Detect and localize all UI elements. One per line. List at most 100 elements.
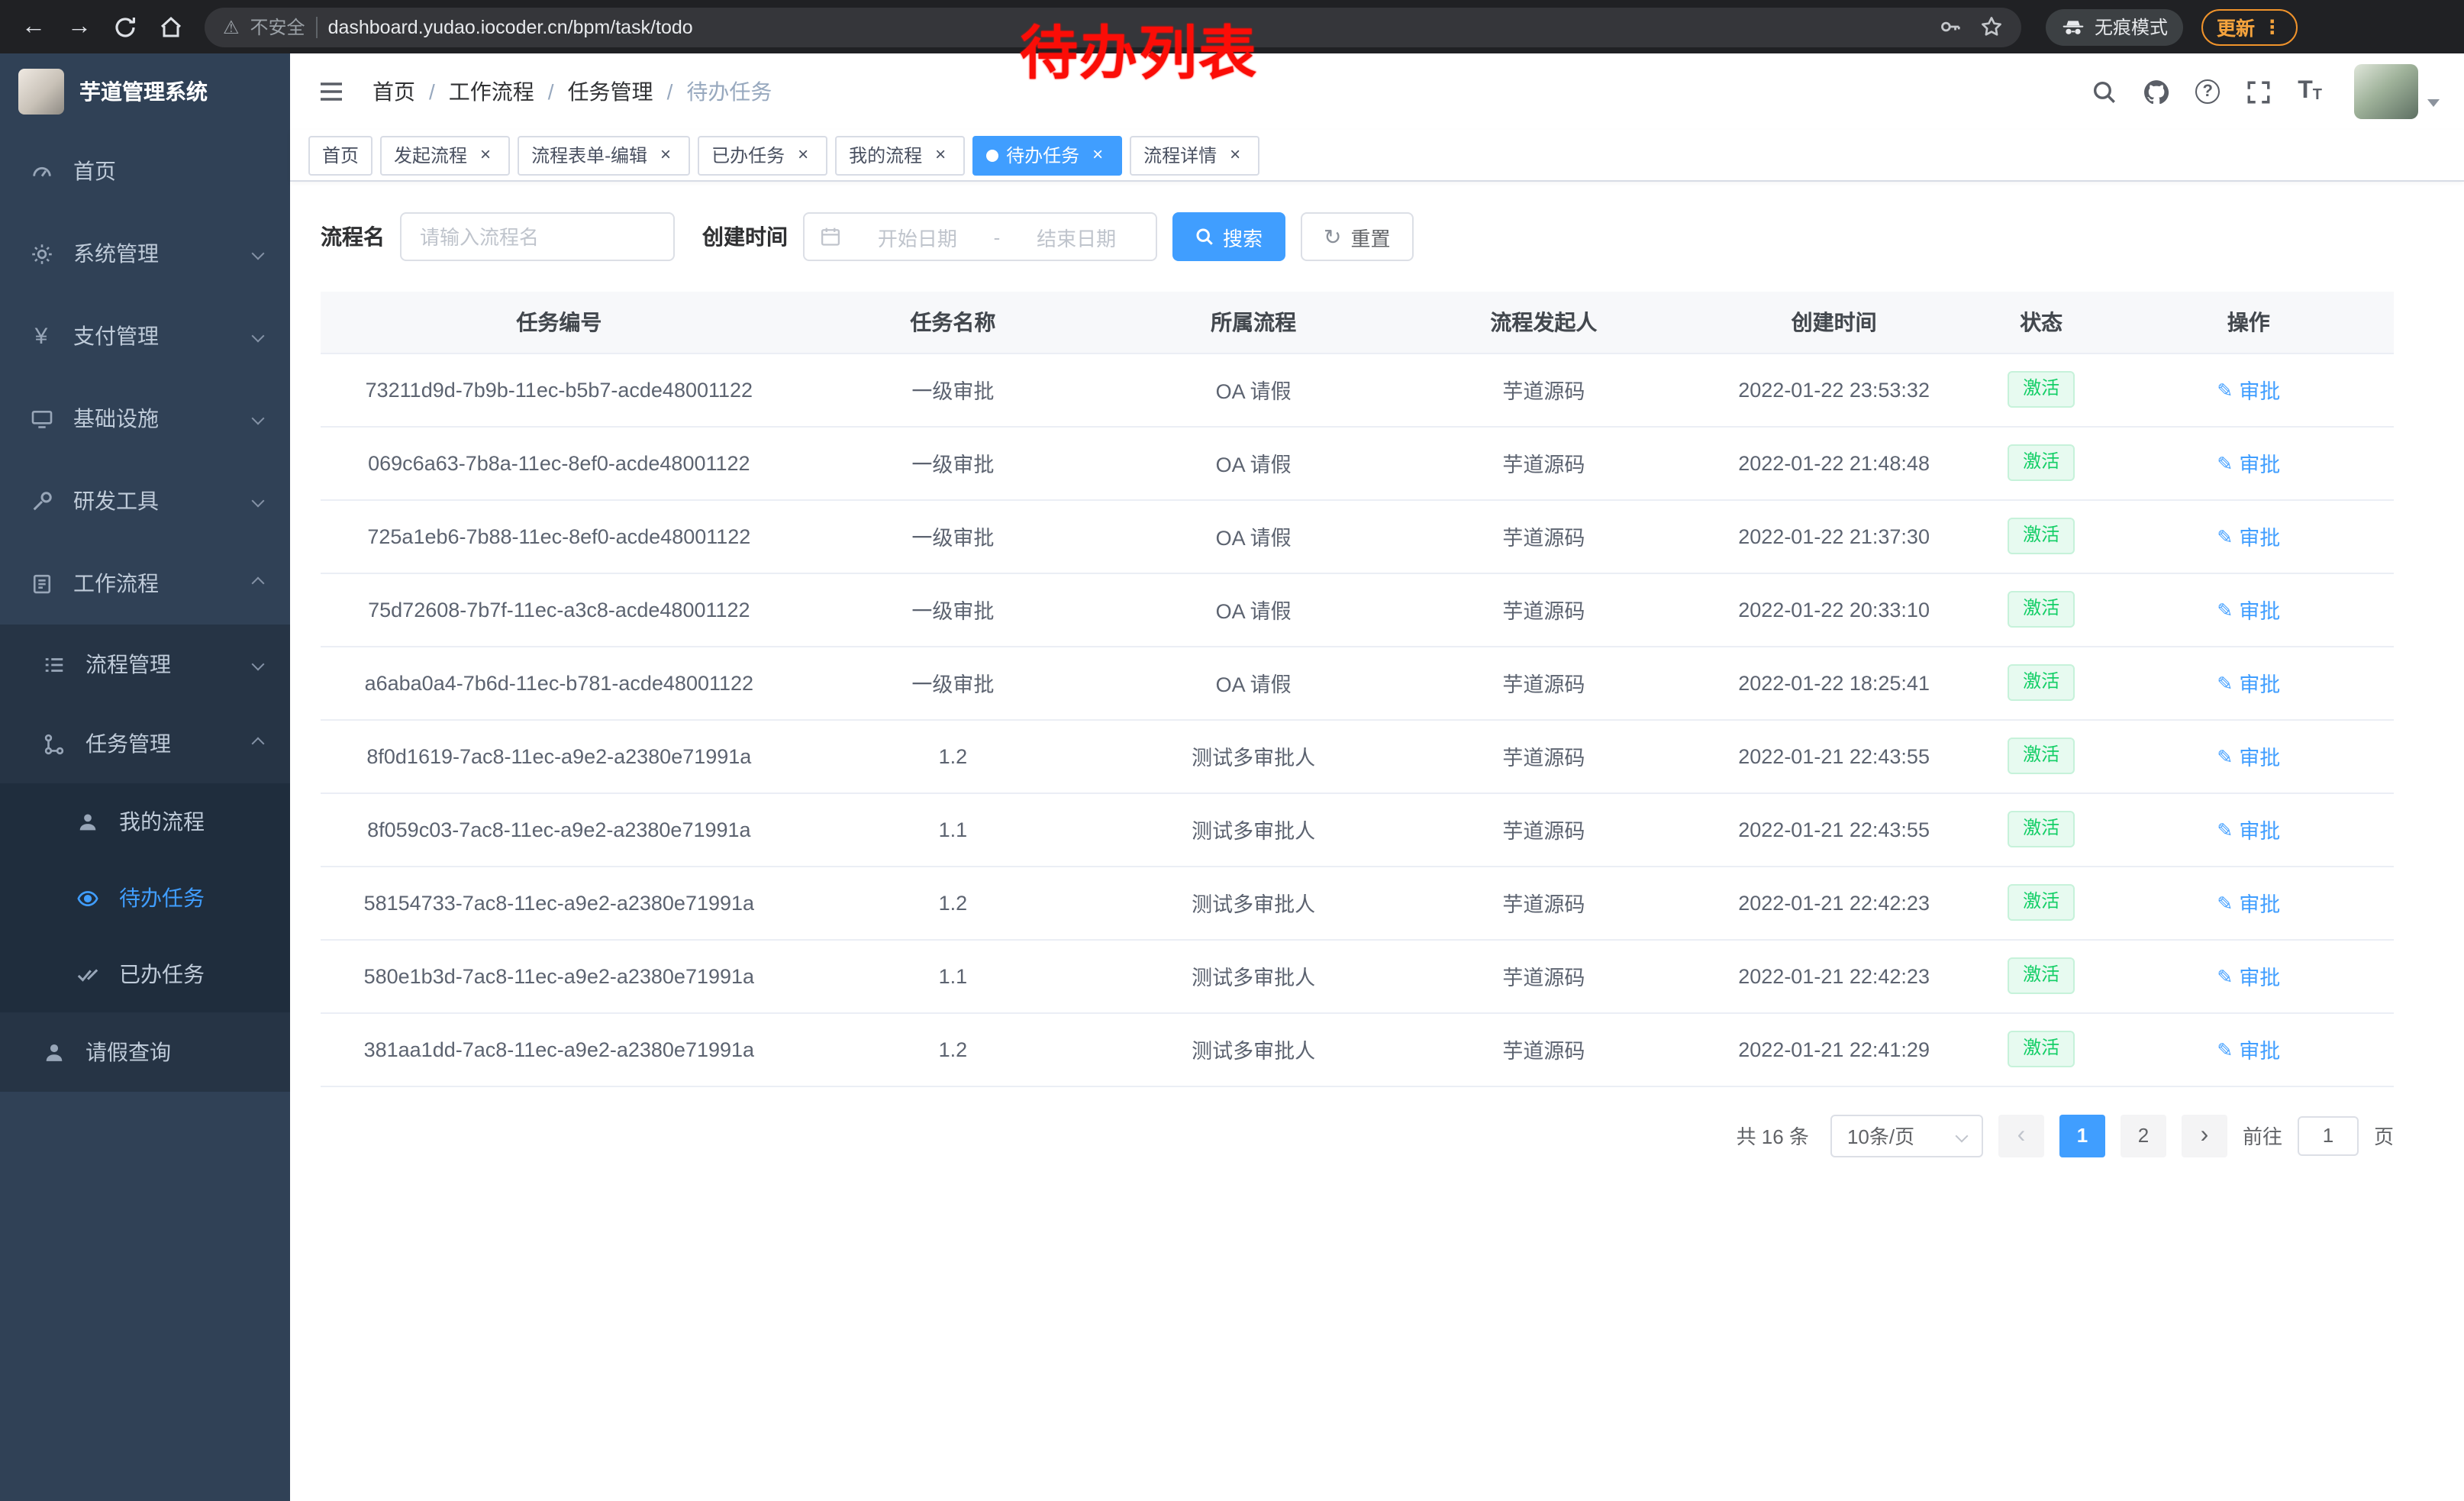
approve-link[interactable]: ✎审批 [2217, 814, 2280, 844]
col-task-id: 任务编号 [321, 292, 798, 353]
breadcrumb-home[interactable]: 首页 [373, 76, 415, 107]
sidebar-item-done-tasks[interactable]: 已办任务 [0, 936, 290, 1012]
back-icon[interactable]: ← [12, 5, 55, 48]
home-glyph [159, 15, 183, 39]
browser-update-button[interactable]: 更新 ⋮ [2201, 8, 2297, 45]
approve-link[interactable]: ✎审批 [2217, 887, 2280, 918]
table-row: 069c6a63-7b8a-11ec-8ef0-acde48001122一级审批… [321, 426, 2394, 499]
search-icon[interactable] [2091, 79, 2117, 105]
col-task-name: 任务名称 [798, 292, 1108, 353]
process-name-input[interactable] [400, 212, 675, 261]
home-icon[interactable] [150, 5, 192, 48]
approve-link[interactable]: ✎审批 [2217, 1034, 2280, 1064]
person-chat-icon [73, 810, 101, 833]
sidebar-item-process-mgmt[interactable]: 流程管理 [0, 625, 290, 704]
edit-icon: ✎ [2217, 744, 2233, 767]
sidebar-item-system[interactable]: 系统管理 [0, 212, 290, 295]
close-icon[interactable]: × [792, 144, 814, 166]
sidebar-item-devtools[interactable]: 研发工具 [0, 460, 290, 542]
goto-page-input[interactable] [2298, 1115, 2359, 1155]
breadcrumb-task-mgmt[interactable]: 任务管理 [568, 76, 653, 107]
sidebar-item-infrastructure[interactable]: 基础设施 [0, 377, 290, 460]
start-date-placeholder: 开始日期 [853, 222, 982, 251]
close-icon[interactable]: × [930, 144, 951, 166]
forward-icon[interactable]: → [58, 5, 101, 48]
approve-link[interactable]: ✎审批 [2217, 667, 2280, 698]
security-label: 不安全 [250, 14, 305, 40]
sidebar-item-my-process[interactable]: 我的流程 [0, 783, 290, 860]
page-button-1[interactable]: 1 [2059, 1114, 2105, 1157]
approve-link[interactable]: ✎审批 [2217, 960, 2280, 991]
bookmark-star-icon[interactable] [1980, 15, 2003, 38]
close-icon[interactable]: × [1087, 144, 1108, 166]
sidebar-item-label: 流程管理 [85, 649, 171, 679]
breadcrumb-workflow[interactable]: 工作流程 [449, 76, 534, 107]
sidebar-item-label: 我的流程 [119, 806, 205, 837]
logo[interactable]: 芋道管理系统 [0, 53, 290, 130]
total-count: 共 16 条 [1737, 1121, 1809, 1150]
sidebar-item-label: 系统管理 [73, 238, 159, 269]
status-badge: 激活 [2008, 738, 2075, 773]
edit-icon: ✎ [2217, 964, 2233, 987]
close-icon[interactable]: × [1224, 144, 1246, 166]
approve-link[interactable]: ✎审批 [2217, 374, 2280, 405]
reset-button[interactable]: ↻ 重置 [1301, 212, 1414, 261]
edit-icon: ✎ [2217, 378, 2233, 401]
page-size-select[interactable]: 10条/页 [1830, 1114, 1983, 1157]
tab-process-detail[interactable]: 流程详情× [1130, 135, 1259, 175]
tab-home[interactable]: 首页 [308, 135, 373, 175]
approve-link[interactable]: ✎审批 [2217, 521, 2280, 551]
edit-icon: ✎ [2217, 671, 2233, 694]
prev-page-button[interactable]: ‹ [1998, 1114, 2044, 1157]
sidebar-item-label: 任务管理 [85, 728, 171, 759]
sidebar-item-workflow[interactable]: 工作流程 [0, 542, 290, 625]
close-icon[interactable]: × [475, 144, 496, 166]
sidebar-item-home[interactable]: 首页 [0, 130, 290, 212]
close-icon[interactable]: × [655, 144, 676, 166]
browser-menu-icon[interactable]: ⋮ [2262, 15, 2282, 38]
password-key-icon[interactable] [1939, 15, 1962, 38]
table-header-row: 任务编号 任务名称 所属流程 流程发起人 创建时间 状态 操作 [321, 292, 2394, 353]
sidebar-toggle-icon[interactable] [314, 75, 348, 108]
logo-title: 芋道管理系统 [79, 76, 208, 107]
page-button-2[interactable]: 2 [2121, 1114, 2166, 1157]
range-separator: - [994, 225, 1001, 248]
date-range-picker[interactable]: 开始日期 - 结束日期 [803, 212, 1157, 261]
browser-toolbar: ← → ⚠ 不安全 dashboard.yudao.iocoder.cn/bpm… [0, 0, 2464, 53]
logo-avatar [18, 69, 64, 115]
tab-done-tasks[interactable]: 已办任务× [698, 135, 827, 175]
approve-link[interactable]: ✎审批 [2217, 741, 2280, 771]
incognito-label: 无痕模式 [2095, 14, 2168, 40]
tab-my-process[interactable]: 我的流程× [835, 135, 965, 175]
sidebar-item-payment[interactable]: ¥ 支付管理 [0, 295, 290, 377]
status-badge: 激活 [2008, 371, 2075, 407]
sidebar-item-task-mgmt[interactable]: 任务管理 [0, 704, 290, 783]
col-status: 状态 [1979, 292, 2104, 353]
github-icon[interactable] [2143, 79, 2169, 105]
font-size-icon[interactable]: TT [2298, 79, 2322, 104]
fullscreen-icon[interactable] [2246, 79, 2272, 105]
sidebar-item-todo-tasks[interactable]: 待办任务 [0, 860, 290, 936]
tab-start-process[interactable]: 发起流程× [380, 135, 510, 175]
approve-link[interactable]: ✎审批 [2217, 594, 2280, 625]
user-menu[interactable] [2354, 64, 2440, 119]
refresh-glyph [113, 15, 137, 39]
sidebar-item-leave-query[interactable]: 请假查询 [0, 1012, 290, 1092]
approve-link[interactable]: ✎审批 [2217, 447, 2280, 478]
help-icon[interactable]: ? [2195, 79, 2220, 104]
active-tab-dot [986, 149, 998, 161]
tab-todo-tasks[interactable]: 待办任务× [972, 135, 1122, 175]
process-name-label: 流程名 [321, 221, 385, 252]
sidebar-item-label: 支付管理 [73, 321, 159, 351]
eye-icon [73, 886, 101, 909]
app-shell: 芋道管理系统 首页 系统管理 ¥ 支付管理 [0, 53, 2464, 1501]
edit-icon: ✎ [2217, 598, 2233, 621]
tab-form-edit[interactable]: 流程表单-编辑× [518, 135, 690, 175]
chevron-down-icon [252, 247, 265, 260]
chevron-down-icon [1955, 1129, 1968, 1142]
annotation-title: 待办列表 [1020, 6, 1258, 90]
next-page-button[interactable]: › [2182, 1114, 2227, 1157]
search-button[interactable]: 搜索 [1172, 212, 1285, 261]
refresh-icon[interactable] [104, 5, 147, 48]
status-badge: 激活 [2008, 957, 2075, 993]
